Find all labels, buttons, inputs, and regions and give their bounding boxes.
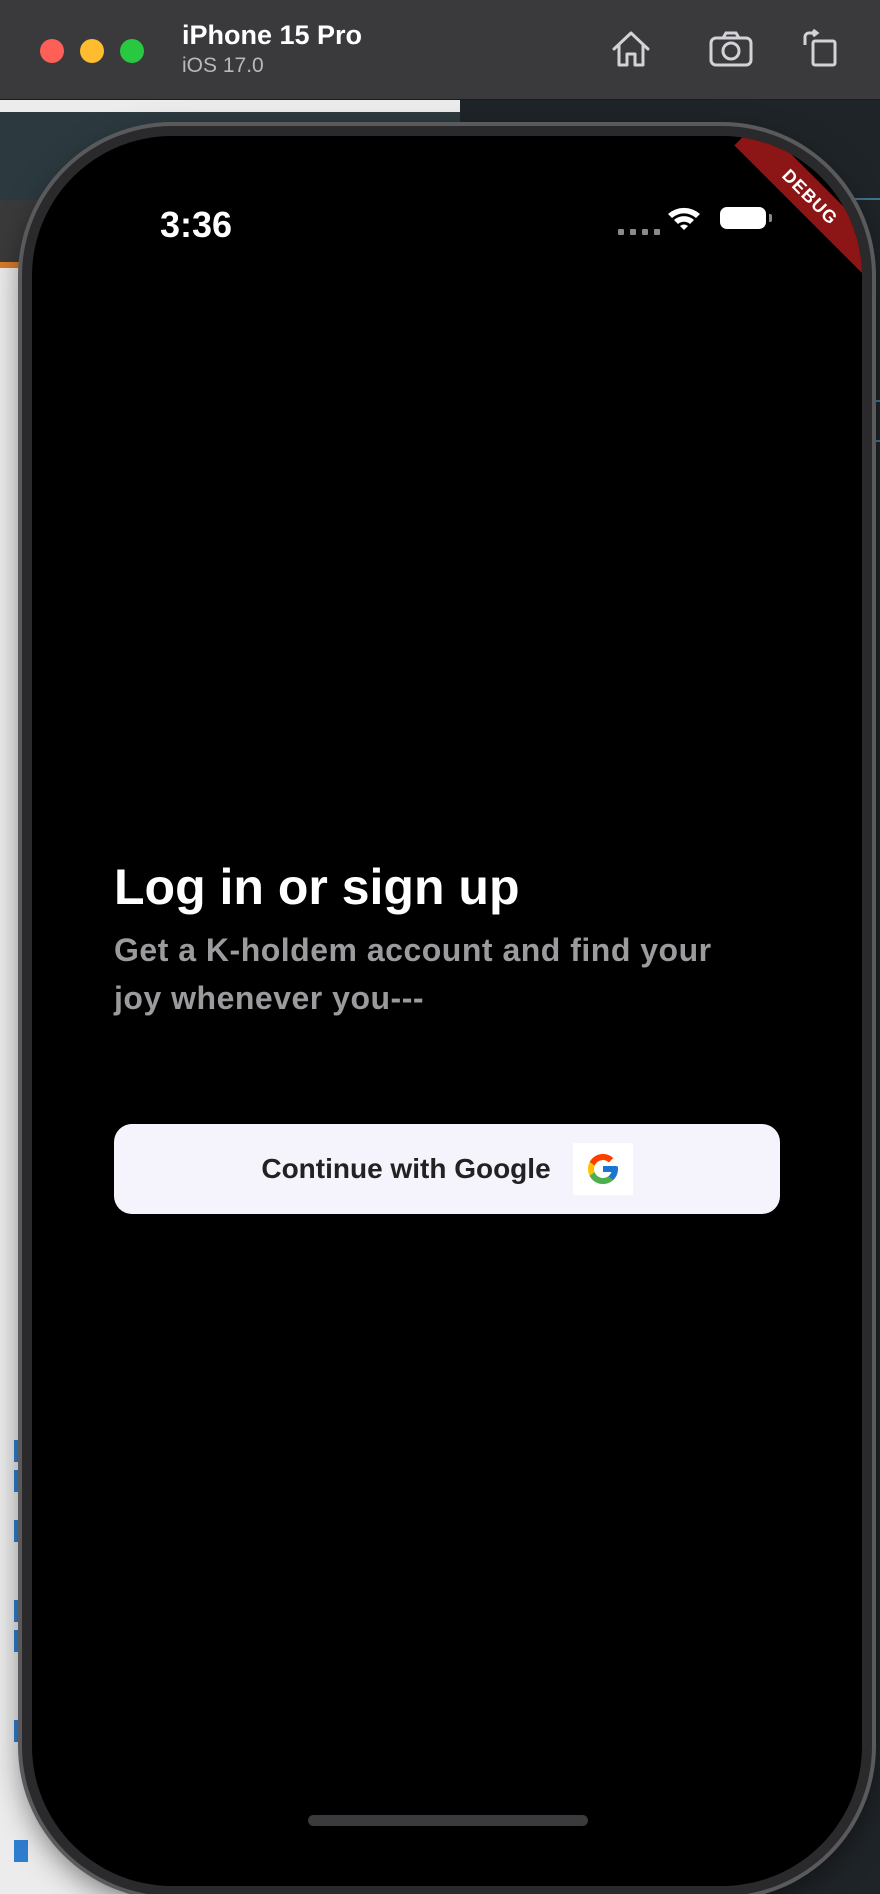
rotate-icon[interactable] (796, 24, 846, 74)
debug-banner: DEBUG (702, 136, 862, 296)
continue-with-google-button[interactable]: Continue with Google (114, 1124, 780, 1214)
google-logo-icon (572, 1143, 633, 1195)
zoom-window-button[interactable] (120, 39, 144, 63)
device-frame: 3:36 DEBUG Log in or sign up Get a K-hol… (22, 126, 872, 1894)
cellular-icon (618, 229, 660, 235)
desktop: iPhone 15 Pro iOS 17.0 3:36 DEBUG Log in… (0, 0, 880, 1894)
device-screen: 3:36 DEBUG Log in or sign up Get a K-hol… (32, 136, 862, 1886)
minimize-window-button[interactable] (80, 39, 104, 63)
status-time: 3:36 (160, 204, 233, 245)
os-version: iOS 17.0 (182, 54, 264, 77)
screenshot-icon[interactable] (706, 24, 756, 74)
home-icon[interactable] (606, 24, 656, 74)
debug-banner-label: DEBUG (734, 136, 862, 273)
home-indicator[interactable] (308, 1815, 588, 1826)
device-name: iPhone 15 Pro (182, 20, 363, 50)
simulator-titlebar: iPhone 15 Pro iOS 17.0 (0, 0, 880, 100)
wifi-icon (666, 204, 702, 237)
close-window-button[interactable] (40, 39, 64, 63)
continue-with-google-label: Continue with Google (261, 1153, 551, 1184)
page-subtitle: Get a K-holdem account and find your joy… (114, 932, 712, 1016)
page-title: Log in or sign up (114, 859, 520, 915)
